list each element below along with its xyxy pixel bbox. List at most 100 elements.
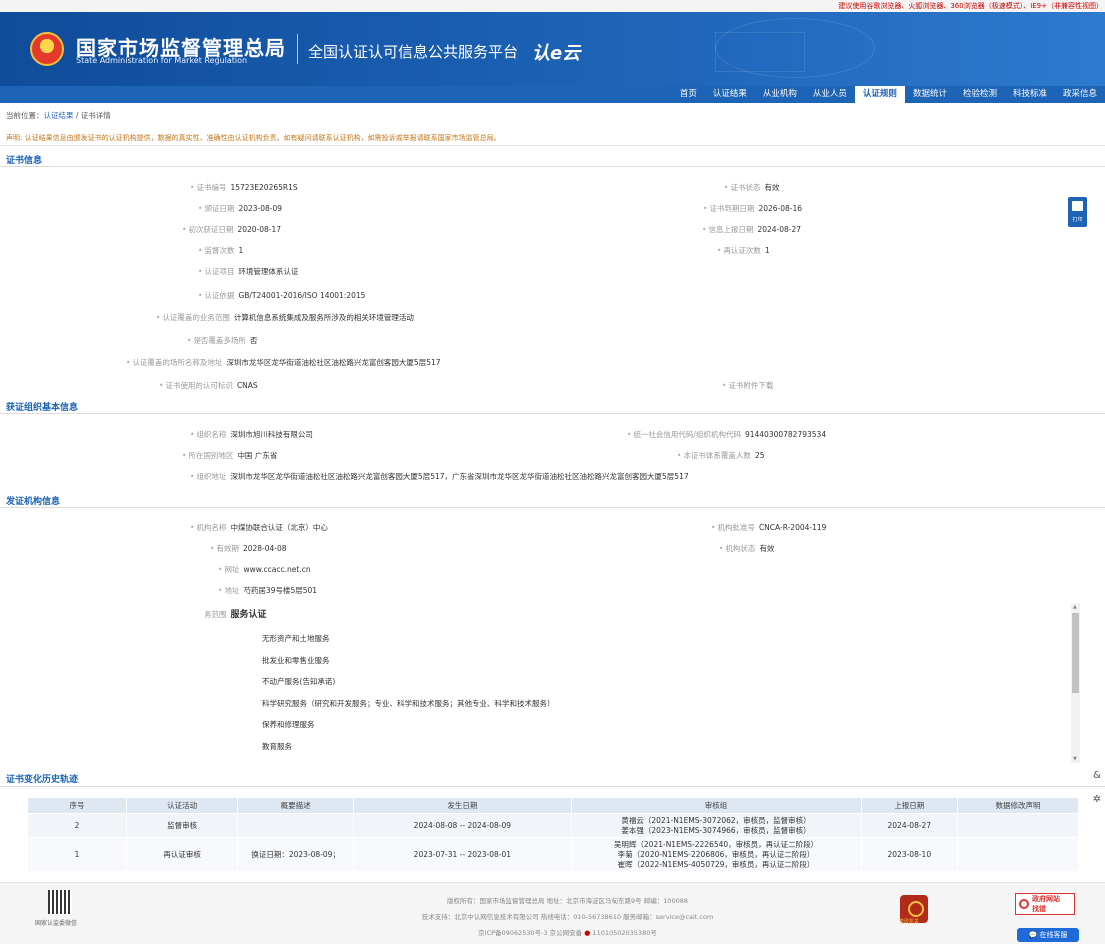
issuer-address-field: • 地址 芍药居39号楼5层501 (218, 586, 318, 595)
online-service-button[interactable]: 💬 在线客服 (1017, 928, 1079, 942)
table-cell: 2023-08-10 (860, 837, 959, 872)
field-label: 证书编号 (196, 183, 227, 192)
scope-scrollbar[interactable]: ▲ ▼ (1071, 603, 1080, 763)
issuer-valid-field: • 有效期 2028-04-08 (210, 544, 287, 553)
org-people-value: 25 (754, 451, 765, 460)
issuer-name-field: • 机构名称 中煤协联合认证（北京）中心 (190, 523, 328, 532)
breadcrumb-link-results[interactable]: 认证结果 (44, 111, 74, 120)
cert-field: • 认证依据 GB/T24001-2016/ISO 14001:2015 (198, 291, 366, 300)
field-value: 有效 (764, 183, 780, 192)
field-label: 证书使用的认可标识 (165, 381, 233, 390)
cert-field: • 证书使用的认可标识 CNAS (159, 381, 258, 390)
field-label: 认证覆盖的业务范围 (162, 313, 230, 322)
nav-item[interactable]: 从业机构 (755, 86, 805, 103)
nav-item[interactable]: 认证结果 (705, 86, 755, 103)
scope-item: 不动产服务(告知承诺) (262, 677, 336, 686)
field-label: 认证覆盖的场所名称及地址 (132, 358, 223, 367)
cert-field[interactable]: • 证书附件下载 (722, 380, 777, 391)
cert-field: • 认证项目 环境管理体系认证 (198, 267, 299, 276)
table-cell: 2024-08-27 (860, 813, 959, 838)
table-cell (237, 813, 355, 838)
top-tip-bar: 建议使用谷歌浏览器、火狐浏览器、360浏览器（极速模式）、IE9+（非兼容性视图… (0, 0, 1105, 12)
table-header-row: 序号 认证活动 概要描述 发生日期 审核组 上报日期 数据修改声明 (26, 797, 1079, 814)
scope-item: 批发业和零售业服务 (262, 655, 330, 665)
nav-item[interactable]: 检验检测 (955, 86, 1005, 103)
field-label: 初次获证日期 (188, 225, 234, 234)
cert-field: • 证书编号 15723E20265R1S (190, 183, 298, 192)
cert-field: • 初次获证日期 2020-08-17 (182, 225, 282, 234)
nav-item[interactable]: 从业人员 (805, 86, 855, 103)
footer-support: 技术支持：北京中认网信息技术有限公司 热线电话：010-56738610 服务邮… (421, 913, 714, 921)
field-value: CNAS (236, 381, 258, 390)
browser-tip: 建议使用谷歌浏览器、火狐浏览器、360浏览器（极速模式）、IE9+（非兼容性视图… (838, 2, 1103, 10)
print-button[interactable]: 打印 (1068, 197, 1087, 227)
field-label: 信息上报日期 (708, 225, 754, 234)
cert-field: • 认证覆盖的场所名称及地址 深圳市龙华区龙华街道油松社区油松路兴龙富创客园大厦5层… (126, 358, 441, 367)
section-title-issuer: 发证机构信息 (6, 497, 61, 507)
field-value: 1 (238, 246, 244, 255)
section-title-org: 获证组织基本信息 (6, 403, 79, 413)
main-nav: 首页 认证结果 从业机构 从业人员 认证规则 数据统计 检验检测 科技标准 政采信息 (672, 86, 1105, 103)
footer-icp-text[interactable]: 京ICP备09062530号-3 京公网安备 (478, 929, 582, 937)
field-label: 再认证次数 (723, 246, 761, 255)
field-value: 1 (764, 246, 770, 255)
nav-item[interactable]: 政采信息 (1055, 86, 1105, 103)
footer-icp: 京ICP备09062530号-3 京公网安备 ● 11010502035380号 (380, 927, 755, 937)
issuer-status-field: • 机构状态 有效 (719, 544, 775, 553)
column-header: 序号 (26, 797, 128, 814)
divider (0, 145, 1105, 146)
issuer-valid-value: 2028-04-08 (242, 544, 287, 553)
find-fault-button[interactable]: 政府网站 找错 (1015, 893, 1075, 915)
org-people-field: • 本证书体系覆盖人数 25 (677, 451, 765, 460)
field-label: 证书附件下载 (728, 381, 774, 390)
scroll-up-icon[interactable]: ▲ (1073, 604, 1077, 610)
issuer-approval-field: • 机构批准号 CNCA-R-2004-119 (711, 523, 827, 532)
scope-item: 无形资产和土地服务 (262, 634, 330, 643)
field-label: 证书到期日期 (709, 204, 755, 213)
auditor-entry: 吴明辉（2021-N1EMS-2226540，审核员，再认证二阶段） (613, 839, 819, 849)
table-cell (957, 813, 1079, 838)
nav-item[interactable]: 认证规则 (854, 86, 905, 103)
org-address-field: • 组织地址 深圳市龙华区龙华街道油松社区油松路兴龙富创客园大厦5层517，广东省深… (190, 472, 689, 481)
scroll-thumb[interactable] (1072, 613, 1079, 693)
table-cell: 2 (26, 813, 128, 838)
header-decoration (715, 32, 805, 72)
section-divider (0, 413, 1105, 414)
cert-field: • 认证覆盖的业务范围 计算机信息系统集成及服务所涉及的相关环境管理活动 (156, 313, 414, 322)
qr-code-icon (48, 890, 72, 914)
breadcrumb-separator: / (73, 111, 81, 120)
nav-item[interactable]: 数据统计 (905, 86, 955, 103)
cert-field: • 是否覆盖多场所否 (187, 336, 258, 345)
nav-item[interactable]: 首页 (672, 86, 705, 103)
column-header: 审核组 (570, 797, 862, 814)
field-label: 是否覆盖多场所 (193, 336, 246, 345)
national-emblem-icon (30, 32, 64, 66)
issuer-website-link[interactable]: www.ccacc.net.cn (243, 565, 310, 574)
footer-police-number[interactable]: 11010502035380号 (592, 929, 656, 937)
scroll-down-icon[interactable]: ▼ (1073, 756, 1077, 762)
share-icon[interactable]: & (1090, 770, 1104, 784)
column-header: 数据修改声明 (957, 797, 1079, 814)
field-value: 计算机信息系统集成及服务所涉及的相关环境管理活动 (233, 313, 414, 322)
column-header: 概要描述 (237, 797, 355, 814)
platform-title: 全国认证认可信息公共服务平台 (308, 43, 519, 61)
flower-icon[interactable]: ✲ (1090, 794, 1104, 808)
table-cell: 换证日期：2023-08-09； (237, 837, 355, 872)
table-cell (957, 837, 1079, 872)
cert-field: • 颁证日期 2023-08-09 (198, 204, 283, 213)
breadcrumb-prefix: 当前位置： (6, 111, 44, 120)
renyun-logo: 认e云 (532, 43, 581, 64)
cert-field: • 信息上报日期 2024-08-27 (702, 225, 802, 234)
field-label: 证书状态 (730, 183, 761, 192)
chat-icon: 💬 (1028, 931, 1040, 939)
badge-caption: 党政机关 (899, 919, 920, 925)
scope-item: 保养和修理服务 (262, 720, 315, 729)
table-row: 2 监督审核 2024-08-08 -- 2024-08-09 黄福云（2021-N1… (26, 813, 1079, 838)
business-scope-box[interactable]: •业务范围服务认证 无形资产和土地服务批发业和零售业服务不动产服务(告知承诺) 科… (205, 603, 1081, 763)
section-title-history: 证书变化历史轨迹 (6, 775, 79, 785)
find-fault-label: 政府网站 找错 (1032, 895, 1060, 913)
field-value: 2020-08-17 (237, 225, 282, 234)
cert-field: • 再认证次数 1 (717, 246, 770, 255)
column-header: 上报日期 (860, 797, 959, 814)
nav-item[interactable]: 科技标准 (1005, 86, 1055, 103)
